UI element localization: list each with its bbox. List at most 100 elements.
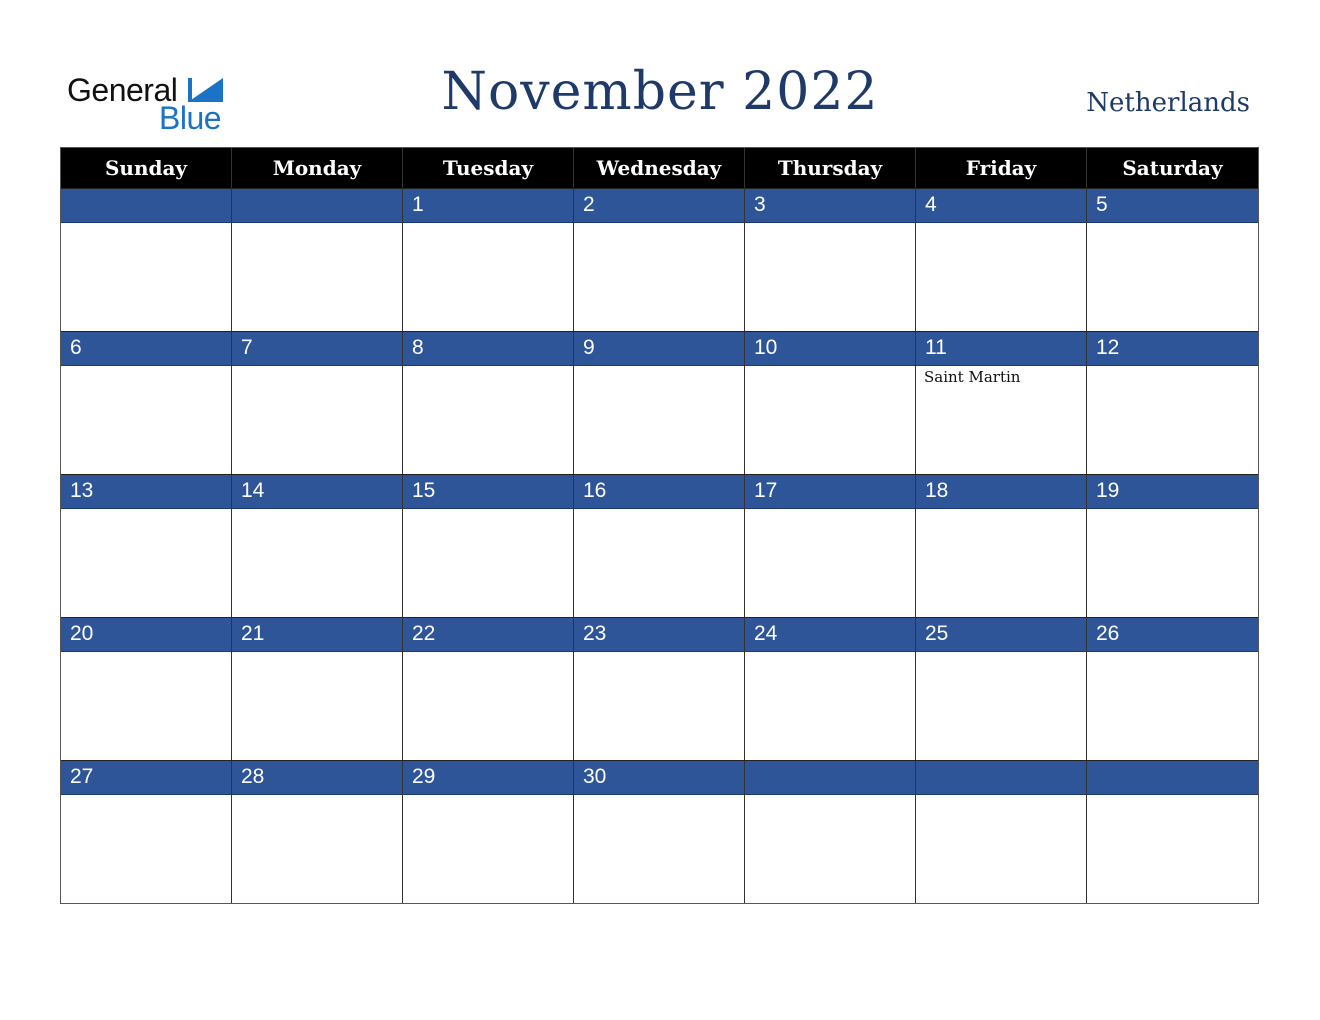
- day-cell[interactable]: 24: [745, 618, 916, 760]
- week-row: 6 7 8 9 10 11 Saint Martin 12: [61, 331, 1258, 474]
- day-number: 7: [232, 332, 402, 366]
- day-cell[interactable]: 17: [745, 475, 916, 617]
- week-row: 13 14 15 16 17 18 19: [61, 474, 1258, 617]
- day-cell[interactable]: 22: [403, 618, 574, 760]
- day-body: [916, 223, 1086, 331]
- day-body: [232, 795, 402, 903]
- weekday-saturday: Saturday: [1122, 156, 1223, 180]
- weekday-header-row: Sunday Monday Tuesday Wednesday Thursday…: [61, 148, 1258, 188]
- day-cell[interactable]: 9: [574, 332, 745, 474]
- day-number: 21: [232, 618, 402, 652]
- day-cell[interactable]: 18: [916, 475, 1087, 617]
- week-row: 27 28 29 30: [61, 760, 1258, 903]
- day-cell[interactable]: 12: [1087, 332, 1258, 474]
- day-number: 27: [61, 761, 231, 795]
- day-cell[interactable]: 8: [403, 332, 574, 474]
- day-cell[interactable]: 2: [574, 189, 745, 331]
- day-cell[interactable]: 21: [232, 618, 403, 760]
- day-number: [232, 189, 402, 223]
- day-cell[interactable]: [1087, 761, 1258, 903]
- day-number: 1: [403, 189, 573, 223]
- day-body: [232, 652, 402, 760]
- day-number: 16: [574, 475, 744, 509]
- day-cell[interactable]: [916, 761, 1087, 903]
- day-number: 8: [403, 332, 573, 366]
- day-cell[interactable]: 5: [1087, 189, 1258, 331]
- day-number: [61, 189, 231, 223]
- day-body: [232, 366, 402, 474]
- weekday-wednesday: Wednesday: [574, 148, 745, 188]
- day-cell[interactable]: 19: [1087, 475, 1258, 617]
- day-cell[interactable]: 3: [745, 189, 916, 331]
- day-body: [403, 366, 573, 474]
- day-body: [745, 652, 915, 760]
- day-body: [574, 366, 744, 474]
- day-body: [232, 223, 402, 331]
- day-body: Saint Martin: [916, 366, 1086, 474]
- day-cell[interactable]: 26: [1087, 618, 1258, 760]
- day-number: 10: [745, 332, 915, 366]
- day-body: [403, 223, 573, 331]
- day-number: 29: [403, 761, 573, 795]
- day-number: 23: [574, 618, 744, 652]
- day-cell[interactable]: 14: [232, 475, 403, 617]
- day-body: [916, 795, 1086, 903]
- day-number: 30: [574, 761, 744, 795]
- day-body: [745, 509, 915, 617]
- day-number: 6: [61, 332, 231, 366]
- day-cell[interactable]: 16: [574, 475, 745, 617]
- week-row: 20 21 22 23 24 25 26: [61, 617, 1258, 760]
- day-body: [403, 652, 573, 760]
- day-body: [61, 652, 231, 760]
- day-number: 5: [1087, 189, 1258, 223]
- day-cell[interactable]: 7: [232, 332, 403, 474]
- day-cell[interactable]: [745, 761, 916, 903]
- day-body: [574, 795, 744, 903]
- week-row: 12345: [61, 188, 1258, 331]
- day-number: 2: [574, 189, 744, 223]
- day-number: 17: [745, 475, 915, 509]
- weekday-sunday: Sunday: [61, 148, 232, 188]
- day-body: [61, 223, 231, 331]
- day-number: 4: [916, 189, 1086, 223]
- day-cell[interactable]: 4: [916, 189, 1087, 331]
- day-body: [1087, 509, 1258, 617]
- day-cell[interactable]: 30: [574, 761, 745, 903]
- day-cell[interactable]: 13: [61, 475, 232, 617]
- weekday-monday: Monday: [232, 148, 403, 188]
- day-body: [574, 652, 744, 760]
- day-body: [403, 795, 573, 903]
- day-cell[interactable]: 20: [61, 618, 232, 760]
- day-cell[interactable]: 28: [232, 761, 403, 903]
- day-number: 13: [61, 475, 231, 509]
- day-body: [745, 366, 915, 474]
- day-number: 28: [232, 761, 402, 795]
- day-cell[interactable]: 6: [61, 332, 232, 474]
- day-cell[interactable]: 15: [403, 475, 574, 617]
- weekday-tuesday: Tuesday: [403, 148, 574, 188]
- day-cell[interactable]: 1: [403, 189, 574, 331]
- day-number: [745, 761, 915, 795]
- day-cell[interactable]: 29: [403, 761, 574, 903]
- weekday-friday: Friday: [916, 148, 1087, 188]
- day-body: [745, 223, 915, 331]
- day-body: [574, 509, 744, 617]
- day-number: 24: [745, 618, 915, 652]
- day-number: 22: [403, 618, 573, 652]
- day-number: 11: [916, 332, 1086, 366]
- day-cell[interactable]: [232, 189, 403, 331]
- day-number: 19: [1087, 475, 1258, 509]
- day-cell[interactable]: 25: [916, 618, 1087, 760]
- day-number: 15: [403, 475, 573, 509]
- day-number: 9: [574, 332, 744, 366]
- day-number: 3: [745, 189, 915, 223]
- day-cell[interactable]: 23: [574, 618, 745, 760]
- day-body: [916, 509, 1086, 617]
- calendar-grid: Sunday Monday Tuesday Wednesday Thursday…: [60, 147, 1259, 904]
- day-body: [1087, 652, 1258, 760]
- day-cell[interactable]: 10: [745, 332, 916, 474]
- day-body: [61, 366, 231, 474]
- day-cell[interactable]: 11 Saint Martin: [916, 332, 1087, 474]
- day-cell[interactable]: [61, 189, 232, 331]
- day-cell[interactable]: 27: [61, 761, 232, 903]
